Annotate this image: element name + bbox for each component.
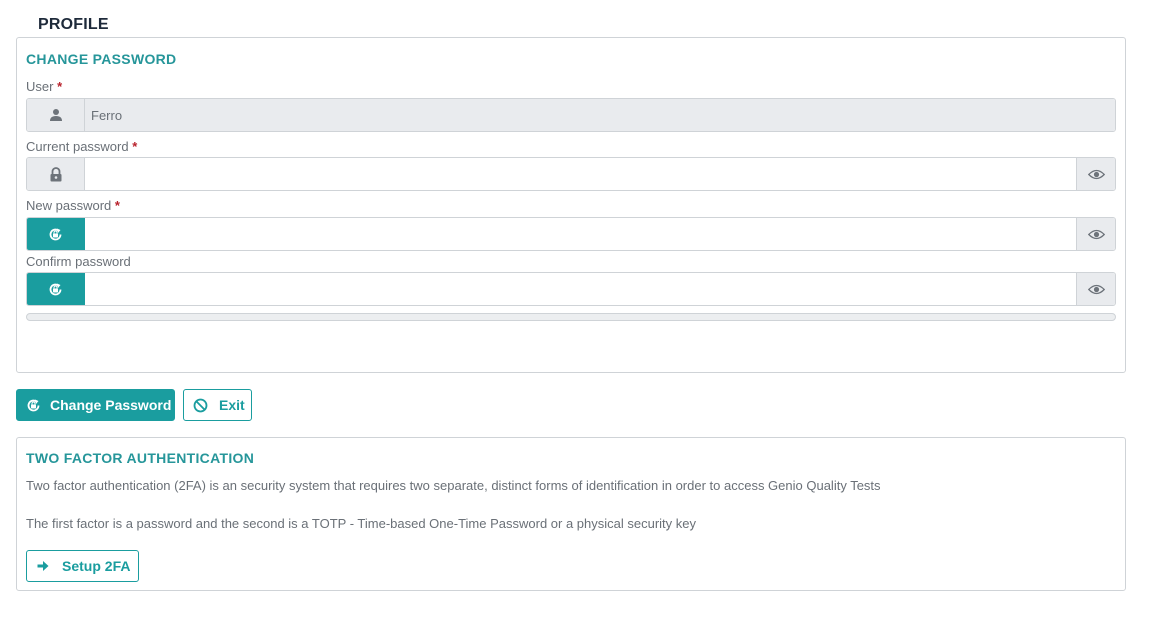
- refresh-lock-icon: [27, 218, 85, 250]
- two-factor-title: TWO FACTOR AUTHENTICATION: [26, 450, 255, 466]
- eye-icon: [1087, 169, 1105, 180]
- confirm-password-label: Confirm password: [26, 254, 131, 269]
- two-factor-description-2: The first factor is a password and the s…: [26, 516, 697, 531]
- user-icon: [27, 99, 85, 131]
- password-strength-bar: [26, 313, 1116, 321]
- new-password-input[interactable]: [85, 218, 1076, 250]
- confirm-password-group: [26, 272, 1116, 306]
- required-mark: *: [132, 139, 138, 154]
- change-password-button[interactable]: Change Password: [16, 389, 175, 421]
- current-password-input[interactable]: [85, 158, 1076, 190]
- setup-2fa-button[interactable]: Setup 2FA: [26, 550, 139, 582]
- user-input[interactable]: [85, 99, 1115, 131]
- show-current-password-button[interactable]: [1076, 158, 1115, 190]
- user-field-group: [26, 98, 1116, 132]
- eye-icon: [1087, 229, 1105, 240]
- show-new-password-button[interactable]: [1076, 218, 1115, 250]
- new-password-label: New password *: [26, 198, 120, 213]
- refresh-lock-icon: [26, 398, 41, 413]
- user-label: User *: [26, 79, 63, 94]
- new-password-group: [26, 217, 1116, 251]
- arrow-right-icon: [37, 560, 49, 572]
- confirm-password-input[interactable]: [85, 273, 1076, 305]
- change-password-card: CHANGE PASSWORD User * Current password …: [16, 37, 1126, 373]
- current-password-label: Current password *: [26, 139, 138, 154]
- two-factor-card: TWO FACTOR AUTHENTICATION Two factor aut…: [16, 437, 1126, 591]
- required-mark: *: [57, 79, 63, 94]
- change-password-button-label: Change Password: [50, 397, 172, 413]
- required-mark: *: [114, 198, 120, 213]
- page-title: PROFILE: [38, 16, 109, 33]
- ban-icon: [193, 398, 208, 413]
- eye-icon: [1087, 284, 1105, 295]
- exit-button-label: Exit: [219, 397, 245, 413]
- setup-2fa-button-label: Setup 2FA: [62, 558, 131, 574]
- exit-button[interactable]: Exit: [183, 389, 252, 421]
- show-confirm-password-button[interactable]: [1076, 273, 1115, 305]
- two-factor-description: Two factor authentication (2FA) is an se…: [26, 478, 881, 493]
- change-password-title: CHANGE PASSWORD: [26, 51, 177, 67]
- refresh-lock-icon: [27, 273, 85, 305]
- lock-icon: [27, 158, 85, 190]
- current-password-group: [26, 157, 1116, 191]
